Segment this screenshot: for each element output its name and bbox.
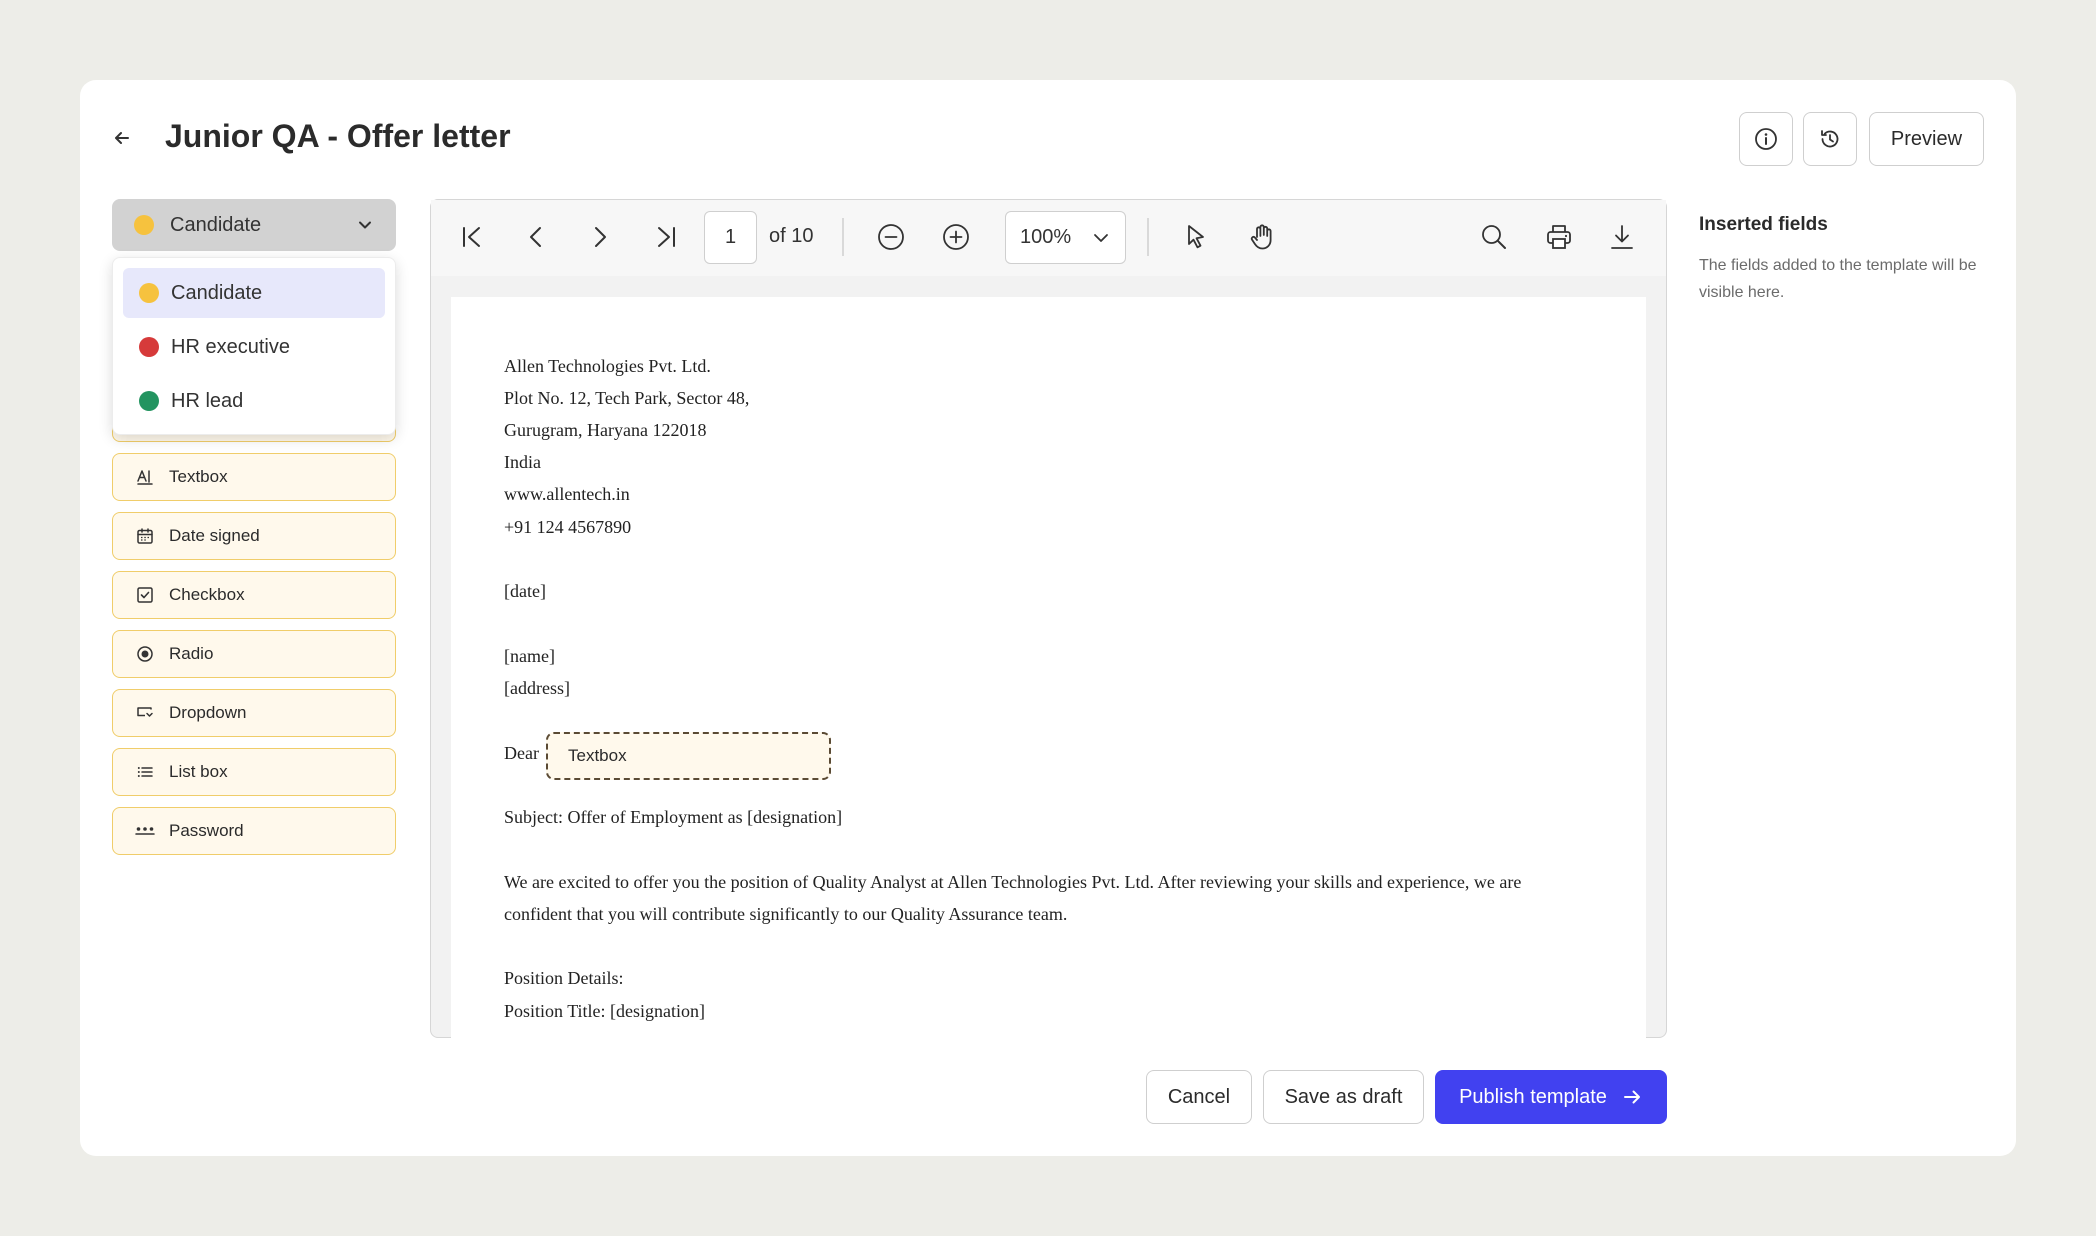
field-button-textbox[interactable]: Textbox (112, 453, 396, 501)
zoom-select[interactable]: 100% (1005, 211, 1126, 264)
role-option-label: HR lead (171, 389, 244, 412)
doc-line: Plot No. 12, Tech Park, Sector 48, (504, 388, 750, 408)
role-option-hr-lead[interactable]: HR lead (123, 376, 385, 426)
chevron-down-icon (359, 221, 371, 229)
arrow-left-icon (115, 132, 129, 144)
checkbox-icon (135, 585, 155, 605)
field-label: Checkbox (169, 585, 245, 604)
doc-line: www.allentech.in (504, 484, 630, 504)
doc-line: +91 124 4567890 (504, 517, 632, 537)
first-page-button[interactable] (448, 212, 496, 262)
last-page-icon (658, 227, 675, 247)
role-select[interactable]: Candidate (112, 199, 396, 251)
cancel-button[interactable]: Cancel (1146, 1070, 1252, 1124)
page-title: Junior QA - Offer letter (165, 118, 511, 154)
zoom-out-icon (878, 224, 904, 250)
download-button[interactable] (1598, 212, 1646, 262)
save-as-draft-button[interactable]: Save as draft (1263, 1070, 1424, 1124)
doc-line: Allen Technologies Pvt. Ltd. (504, 356, 711, 376)
toolbar-divider (842, 218, 844, 256)
field-label: Dropdown (169, 703, 247, 722)
doc-line: Gurugram, Haryana 122018 (504, 420, 707, 440)
previous-page-button[interactable] (512, 212, 560, 262)
search-icon (1482, 225, 1506, 249)
field-label: List box (169, 762, 228, 781)
print-button[interactable] (1535, 212, 1583, 262)
role-color-dot (139, 337, 159, 357)
dropdown-icon (135, 703, 155, 723)
doc-line: [address] (504, 678, 570, 698)
back-button[interactable] (106, 122, 138, 154)
password-icon (135, 821, 155, 841)
field-button-checkbox[interactable]: Checkbox (112, 571, 396, 619)
printer-icon (1547, 225, 1571, 249)
field-label: Radio (169, 644, 214, 663)
zoom-in-button[interactable] (932, 212, 980, 262)
chevron-right-icon (595, 227, 606, 247)
zoom-out-button[interactable] (867, 212, 915, 262)
doc-line: Position Title: [designation] (504, 1001, 706, 1021)
list-icon (135, 762, 155, 782)
role-select-label: Candidate (170, 213, 262, 236)
field-button-date-signed[interactable]: Date signed (112, 512, 396, 560)
search-button[interactable] (1470, 212, 1518, 262)
hand-icon (1250, 224, 1272, 250)
doc-line: Subject: Offer of Employment as [designa… (504, 807, 843, 827)
last-page-button[interactable] (642, 212, 690, 262)
calendar-icon (135, 526, 155, 546)
next-page-button[interactable] (576, 212, 624, 262)
publish-label: Publish template (1459, 1085, 1607, 1108)
role-option-candidate[interactable]: Candidate (123, 268, 385, 318)
radio-icon (135, 644, 155, 664)
doc-line: Position Details: (504, 968, 624, 988)
select-tool-button[interactable] (1172, 212, 1220, 262)
doc-line: [name] (504, 646, 555, 666)
role-option-label: HR executive (171, 335, 290, 358)
doc-line: [date] (504, 581, 546, 601)
field-button-password[interactable]: Password (112, 807, 396, 855)
history-icon (1821, 130, 1839, 148)
doc-line: confident that you will contribute signi… (504, 904, 1068, 924)
page-number-input[interactable] (704, 211, 757, 264)
textbox-icon (135, 467, 155, 487)
role-color-dot (139, 283, 159, 303)
zoom-value: 100% (1020, 226, 1072, 248)
page-count: of 10 (769, 225, 814, 247)
field-label: Date signed (169, 526, 260, 545)
first-page-icon (463, 227, 480, 247)
info-button[interactable] (1739, 112, 1793, 166)
info-icon (1755, 128, 1777, 150)
preview-button[interactable]: Preview (1869, 112, 1984, 166)
toolbar-divider (1147, 218, 1149, 256)
doc-line: Dear (504, 743, 539, 763)
role-color-dot (134, 215, 154, 235)
history-button[interactable] (1803, 112, 1857, 166)
role-option-hr-executive[interactable]: HR executive (123, 322, 385, 372)
arrow-right-icon (1623, 1090, 1640, 1104)
field-button-list-box[interactable]: List box (112, 748, 396, 796)
publish-template-button[interactable]: Publish template (1435, 1070, 1667, 1124)
role-dropdown-menu: Candidate HR executive HR lead (112, 257, 396, 435)
field-button-radio[interactable]: Radio (112, 630, 396, 678)
inserted-textbox-field[interactable]: Textbox (546, 732, 831, 780)
chevron-left-icon (530, 227, 541, 247)
doc-line: We are excited to offer you the position… (504, 872, 1522, 892)
field-label: Password (169, 821, 244, 840)
chevron-down-icon (1094, 233, 1108, 242)
field-button-dropdown[interactable]: Dropdown (112, 689, 396, 737)
field-label: Textbox (169, 467, 228, 486)
doc-line: India (504, 452, 541, 472)
role-color-dot (139, 391, 159, 411)
role-option-label: Candidate (171, 281, 263, 304)
pan-tool-button[interactable] (1238, 212, 1286, 262)
cursor-pointer-icon (1188, 225, 1204, 249)
inserted-fields-title: Inserted fields (1699, 214, 1828, 235)
inserted-fields-description: The fields added to the template will be… (1699, 257, 1977, 301)
zoom-in-icon (943, 224, 969, 250)
download-icon (1611, 225, 1633, 249)
